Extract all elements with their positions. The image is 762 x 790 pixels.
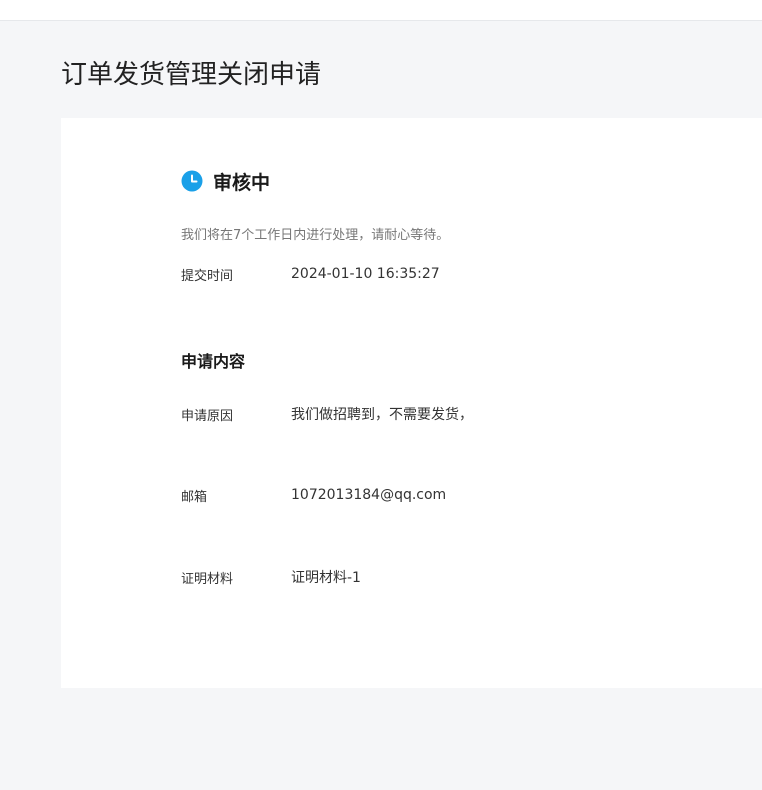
application-section-title: 申请内容 — [181, 352, 246, 371]
submit-time-row: 提交时间 2024-01-10 16:35:27 — [181, 264, 440, 284]
reason-label: 申请原因 — [181, 408, 234, 424]
submit-time-label: 提交时间 — [181, 268, 234, 284]
email-label: 邮箱 — [181, 489, 208, 505]
email-row: 邮箱 1072013184@qq.com — [181, 485, 446, 505]
proof-label: 证明材料 — [181, 571, 234, 587]
application-card: 审核中 我们将在7个工作日内进行处理，请耐心等待。 提交时间 2024-01-1… — [61, 118, 762, 688]
submit-time-value: 2024-01-10 16:35:27 — [291, 266, 440, 282]
clock-icon — [181, 170, 203, 192]
proof-row: 证明材料 证明材料-1 — [181, 567, 361, 587]
proof-value[interactable]: 证明材料-1 — [291, 567, 361, 587]
status-text: 审核中 — [213, 171, 271, 194]
reason-row: 申请原因 我们做招聘到，不需要发货， — [181, 404, 473, 424]
status-description: 我们将在7个工作日内进行处理，请耐心等待。 — [181, 228, 450, 243]
email-value: 1072013184@qq.com — [291, 487, 447, 503]
top-bar — [0, 0, 762, 21]
page-title: 订单发货管理关闭申请 — [61, 60, 322, 90]
reason-value: 我们做招聘到，不需要发货， — [291, 407, 473, 423]
status-row: 审核中 — [181, 168, 270, 194]
